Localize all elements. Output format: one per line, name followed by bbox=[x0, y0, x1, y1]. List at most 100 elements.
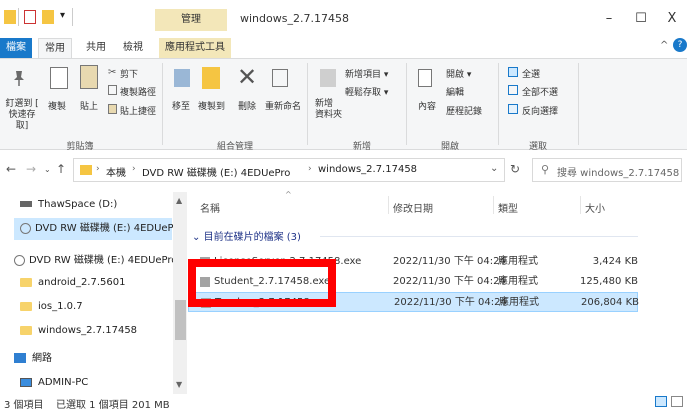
paste-shortcut-button[interactable]: 貼上捷徑 bbox=[120, 104, 156, 117]
group-separator bbox=[578, 63, 579, 145]
copy-to-button[interactable]: 複製到 bbox=[198, 99, 225, 112]
help-icon[interactable]: ? bbox=[673, 38, 687, 52]
address-bar[interactable]: › 本機 › DVD RW 磁碟機 (E:) 4EDUePro › window… bbox=[73, 158, 505, 182]
nav-item-ios-folder[interactable]: ios_1.0.7 bbox=[20, 296, 83, 318]
nav-item-android-folder[interactable]: android_2.7.5601 bbox=[20, 272, 125, 294]
group-header[interactable]: ⌄ 目前在碟片的檔案 (3) bbox=[192, 228, 301, 243]
file-size: 3,424 KB bbox=[592, 256, 638, 267]
up-button[interactable]: ↑ bbox=[56, 162, 66, 176]
nav-item-thawspace[interactable]: ThawSpace (D:) bbox=[20, 194, 117, 216]
delete-icon: ✕ bbox=[237, 63, 258, 91]
tab-home[interactable]: 常用 bbox=[38, 38, 72, 58]
file-type: 應用程式 bbox=[499, 297, 539, 308]
nav-item-windows-folder[interactable]: windows_2.7.17458 bbox=[20, 320, 137, 342]
breadcrumb-item[interactable]: windows_2.7.17458 bbox=[318, 164, 417, 175]
nav-item-label: DVD RW 磁碟機 (E:) 4EDUePro bbox=[35, 223, 184, 234]
highlight-box bbox=[188, 259, 336, 307]
select-all-button[interactable]: 全選 bbox=[522, 67, 540, 80]
history-button[interactable]: 歷程記錄 bbox=[446, 104, 482, 117]
new-folder-icon[interactable] bbox=[42, 10, 54, 24]
tab-share[interactable]: 共用 bbox=[80, 38, 112, 58]
rename-icon bbox=[272, 69, 288, 87]
cut-button[interactable]: 剪下 bbox=[120, 67, 138, 80]
details-view-icon[interactable] bbox=[655, 396, 667, 407]
nav-scroll-thumb[interactable] bbox=[175, 300, 186, 340]
forward-button[interactable]: → bbox=[26, 162, 36, 176]
column-header-size[interactable]: 大小 bbox=[585, 200, 605, 215]
file-size: 206,804 KB bbox=[581, 297, 639, 308]
new-item-button[interactable]: 新增項目 ▾ bbox=[345, 67, 388, 80]
easy-access-button[interactable]: 輕鬆存取 ▾ bbox=[345, 85, 388, 98]
column-divider[interactable] bbox=[388, 196, 389, 214]
delete-button[interactable]: 刪除 bbox=[238, 99, 256, 112]
pin-icon bbox=[12, 69, 26, 87]
minimize-button[interactable]: – bbox=[594, 8, 624, 30]
nav-item-label: 網路 bbox=[32, 353, 52, 364]
nav-item-dvd-selected[interactable]: DVD RW 磁碟機 (E:) 4EDUePro bbox=[14, 218, 183, 240]
large-icons-view-icon[interactable] bbox=[671, 396, 683, 407]
close-button[interactable]: X bbox=[657, 8, 687, 30]
copy-button[interactable]: 複製 bbox=[48, 99, 66, 112]
quick-access-dropdown-icon[interactable]: ▾ bbox=[60, 10, 65, 21]
folder-icon bbox=[20, 301, 32, 311]
new-folder-button[interactable]: 新增 資料夾 bbox=[315, 99, 342, 121]
collapse-ribbon-icon[interactable]: ^ bbox=[660, 40, 668, 51]
drive-icon bbox=[20, 201, 32, 207]
copy-path-button[interactable]: 複製路徑 bbox=[120, 85, 156, 98]
breadcrumb-item[interactable]: 本機 bbox=[106, 164, 126, 179]
tab-view[interactable]: 檢視 bbox=[117, 38, 149, 58]
move-to-button[interactable]: 移至 bbox=[172, 99, 190, 112]
context-tab-group-label: 管理 bbox=[155, 9, 227, 31]
maximize-button[interactable]: ☐ bbox=[626, 8, 656, 30]
rename-button[interactable]: 重新命名 bbox=[265, 99, 301, 112]
paste-button[interactable]: 貼上 bbox=[80, 99, 98, 112]
group-separator bbox=[406, 63, 407, 145]
nav-item-dvd[interactable]: DVD RW 磁碟機 (E:) 4EDUePro bbox=[14, 250, 177, 272]
network-icon bbox=[14, 353, 26, 363]
edit-button[interactable]: 編輯 bbox=[446, 85, 464, 98]
column-divider[interactable] bbox=[580, 196, 581, 214]
chevron-down-icon[interactable]: ⌄ bbox=[192, 232, 200, 243]
column-header-name[interactable]: 名稱 bbox=[200, 200, 220, 215]
sort-indicator-icon: ^ bbox=[285, 190, 292, 199]
window-title: windows_2.7.17458 bbox=[240, 12, 349, 25]
address-dropdown-icon[interactable]: ⌄ bbox=[490, 163, 498, 174]
search-box[interactable]: ⚲ 搜尋 windows_2.7.17458 bbox=[532, 158, 682, 182]
properties-icon[interactable] bbox=[24, 10, 36, 24]
group-separator bbox=[307, 63, 308, 145]
recent-locations-icon[interactable]: ⌄ bbox=[44, 165, 51, 174]
pin-quick-access-button[interactable]: 釘選到 [ 快速存取] bbox=[3, 99, 41, 132]
copy-icon bbox=[50, 67, 68, 89]
file-type: 應用程式 bbox=[498, 276, 538, 287]
scroll-up-icon[interactable]: ▲ bbox=[176, 196, 182, 205]
select-none-button[interactable]: 全部不選 bbox=[522, 85, 558, 98]
open-button[interactable]: 開啟 ▾ bbox=[446, 67, 471, 80]
copy-to-icon bbox=[202, 67, 220, 89]
nav-item-network[interactable]: 網路 bbox=[14, 348, 52, 370]
column-divider[interactable] bbox=[493, 196, 494, 214]
select-none-icon bbox=[508, 85, 518, 95]
scissors-icon: ✂ bbox=[108, 67, 117, 78]
divider bbox=[18, 8, 19, 26]
nav-scrollbar[interactable] bbox=[173, 192, 187, 394]
search-input[interactable]: 搜尋 windows_2.7.17458 bbox=[557, 164, 679, 179]
tab-app-tools[interactable]: 應用程式工具 bbox=[159, 38, 231, 58]
properties-button[interactable]: 內容 bbox=[418, 99, 436, 112]
status-item-count: 3 個項目 bbox=[4, 400, 44, 410]
refresh-button[interactable]: ↻ bbox=[510, 162, 520, 176]
breadcrumb-item[interactable]: DVD RW 磁碟機 (E:) 4EDUePro bbox=[142, 164, 290, 179]
dvd-icon bbox=[14, 254, 25, 266]
nav-item-label: android_2.7.5601 bbox=[38, 277, 126, 288]
tab-file[interactable]: 檔案 bbox=[0, 38, 32, 58]
file-date: 2022/11/30 下午 04:24 bbox=[394, 297, 507, 308]
scroll-down-icon[interactable]: ▼ bbox=[176, 380, 182, 389]
nav-item-admin-pc[interactable]: ADMIN-PC bbox=[20, 372, 88, 394]
column-header-type[interactable]: 類型 bbox=[498, 200, 518, 215]
nav-item-label: ThawSpace (D:) bbox=[38, 199, 118, 210]
group-divider bbox=[320, 236, 638, 237]
back-button[interactable]: ← bbox=[6, 162, 16, 176]
invert-selection-button[interactable]: 反向選擇 bbox=[522, 104, 558, 117]
group-header-label: 目前在碟片的檔案 (3) bbox=[203, 232, 301, 243]
dvd-icon bbox=[20, 222, 31, 234]
column-header-date[interactable]: 修改日期 bbox=[393, 200, 433, 215]
